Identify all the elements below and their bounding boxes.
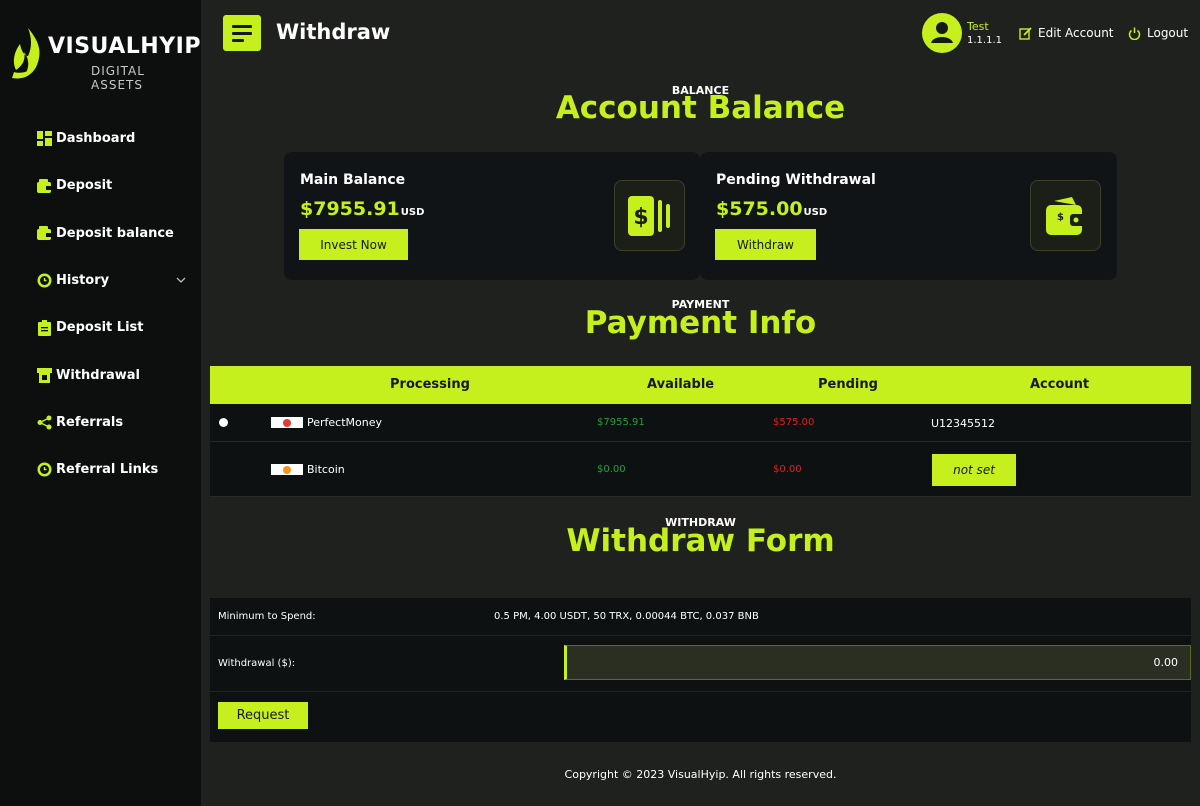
radio-selected[interactable]: [219, 418, 228, 427]
svg-text:$: $: [1057, 212, 1064, 223]
available-amount: $0.00: [597, 464, 626, 475]
processor-name: PerfectMoney: [307, 416, 383, 429]
table-row[interactable]: PerfectMoney $7955.91 $575.00 U12345512: [210, 404, 1191, 442]
card-label: Pending Withdrawal: [716, 172, 876, 188]
clock-icon: [36, 273, 52, 289]
balance-section-title: Account Balance: [555, 90, 846, 126]
svg-text:$: $: [633, 205, 648, 230]
withdraw-section-title: Withdraw Form: [566, 523, 835, 559]
minimum-value: 0.5 PM, 4.00 USDT, 50 TRX, 0.00044 BTC, …: [494, 611, 759, 622]
currency-unit: USD: [803, 207, 828, 218]
sidebar-item-label: Withdrawal: [56, 367, 140, 383]
account-not-set-button[interactable]: not set: [932, 454, 1016, 486]
amount-value: $7955.91: [300, 198, 400, 220]
available-amount: $7955.91: [597, 417, 645, 428]
power-icon: [1128, 27, 1141, 40]
brand-logo[interactable]: VISUALHYIP DIGITAL ASSETS: [8, 26, 201, 92]
edit-account-link[interactable]: Edit Account: [1019, 26, 1114, 40]
logout-link[interactable]: Logout: [1128, 26, 1188, 40]
sidebar-item-referrals[interactable]: Referrals: [0, 399, 201, 446]
processor-name: Bitcoin: [307, 463, 345, 476]
sidebar-item-dashboard[interactable]: Dashboard: [0, 115, 201, 162]
user-icon: [931, 22, 953, 43]
hamburger-icon: [232, 24, 252, 28]
column-header: Pending: [818, 377, 878, 392]
clock-icon: [36, 462, 52, 478]
withdrawal-amount-input[interactable]: [564, 645, 1191, 680]
table-header: Processing Available Pending Account: [210, 366, 1191, 404]
request-button[interactable]: Request: [218, 702, 308, 729]
sidebar-item-label: Deposit balance: [56, 225, 174, 241]
clipboard-icon: [36, 319, 52, 336]
bitcoin-icon: [271, 464, 303, 475]
sidebar-item-label: Deposit: [56, 178, 113, 194]
wallet-icon: [36, 225, 52, 241]
sidebar-item-deposit-balance[interactable]: Deposit balance: [0, 210, 201, 257]
pending-amount: $0.00: [773, 464, 802, 475]
payment-section-title: Payment Info: [584, 305, 817, 341]
column-header: Available: [647, 377, 715, 392]
column-header: Processing: [390, 377, 470, 392]
flame-logo-icon: [12, 28, 40, 79]
minimum-row: Minimum to Spend: 0.5 PM, 4.00 USDT, 50 …: [210, 598, 1191, 636]
brand-name: VISUALHYIP: [48, 34, 201, 59]
sidebar: VISUALHYIP DIGITAL ASSETS Dashboard Depo…: [0, 0, 201, 806]
avatar[interactable]: [922, 13, 962, 53]
sidebar-item-label: History: [56, 273, 110, 289]
sidebar-item-referral-links[interactable]: Referral Links: [0, 446, 201, 493]
edit-icon: [1019, 26, 1032, 40]
user-id: 1.1.1.1: [967, 35, 1002, 46]
withdraw-form: Minimum to Spend: 0.5 PM, 4.00 USDT, 50 …: [210, 598, 1191, 742]
sidebar-nav: Dashboard Deposit Deposit balance Histor…: [0, 115, 201, 493]
card-amount: $575.00USD: [716, 198, 827, 220]
wallet-icon: [36, 178, 52, 194]
wallet-icon: $: [1030, 180, 1101, 251]
sidebar-item-deposit[interactable]: Deposit: [0, 162, 201, 209]
user-name: Test: [967, 20, 989, 33]
amount-value: $575.00: [716, 198, 803, 220]
share-icon: [36, 414, 52, 430]
card-amount: $7955.91USD: [300, 198, 424, 220]
sidebar-item-label: Referral Links: [56, 462, 159, 478]
card-label: Main Balance: [300, 172, 406, 188]
page-title: Withdraw: [276, 20, 391, 44]
amount-row: Withdrawal ($):: [210, 636, 1191, 692]
sidebar-item-deposit-list[interactable]: Deposit List: [0, 304, 201, 351]
chevron-down-icon[interactable]: [176, 275, 186, 285]
table-row[interactable]: Bitcoin $0.00 $0.00 not set: [210, 442, 1191, 497]
account-value: U12345512: [931, 417, 996, 430]
sidebar-item-label: Deposit List: [56, 320, 144, 336]
pending-amount: $575.00: [773, 417, 815, 428]
dollar-bill-icon: $: [614, 180, 685, 251]
perfectmoney-icon: [271, 417, 303, 428]
sidebar-item-history[interactable]: History: [0, 257, 201, 304]
logout-label: Logout: [1147, 26, 1189, 40]
footer-copyright: Copyright © 2023 VisualHyip. All rights …: [564, 768, 837, 781]
pending-withdrawal-card: Pending Withdrawal $575.00USD Withdraw $: [700, 152, 1117, 280]
brand-tagline: DIGITAL ASSETS: [91, 64, 145, 92]
withdraw-button[interactable]: Withdraw: [715, 229, 816, 260]
invest-now-button[interactable]: Invest Now: [299, 229, 408, 260]
withdrawal-amount-label: Withdrawal ($):: [218, 658, 296, 669]
edit-account-label: Edit Account: [1038, 26, 1114, 40]
sidebar-item-withdrawal[interactable]: Withdrawal: [0, 351, 201, 398]
main-balance-card: Main Balance $7955.91USD Invest Now $: [284, 152, 700, 280]
dashboard-icon: [36, 131, 52, 147]
atm-icon: [36, 367, 52, 383]
payment-table: Processing Available Pending Account Per…: [210, 366, 1191, 497]
sidebar-item-label: Referrals: [56, 414, 124, 430]
menu-toggle-button[interactable]: [223, 15, 261, 51]
minimum-label: Minimum to Spend:: [218, 611, 316, 622]
currency-unit: USD: [400, 207, 425, 218]
column-header: Account: [1030, 377, 1090, 392]
top-bar: Withdraw Test 1.1.1.1 Edit Account Logou…: [201, 0, 1200, 66]
sidebar-item-label: Dashboard: [56, 131, 136, 147]
request-row: Request: [210, 692, 1191, 742]
